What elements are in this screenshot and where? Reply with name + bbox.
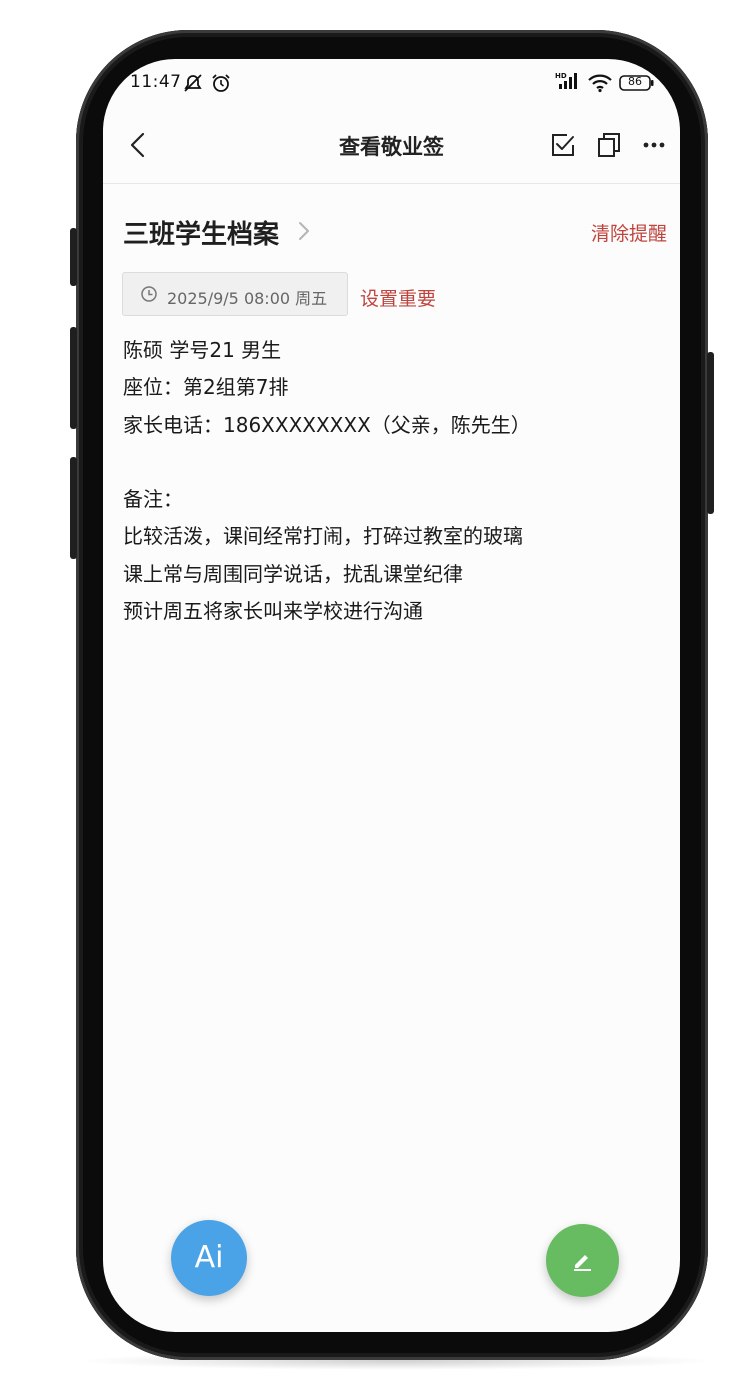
status-time: 11:47 (130, 72, 182, 92)
note-body[interactable]: 陈硕 学号21 男生 座位：第2组第7排 家长电话：186XXXXXXXX（父亲… (123, 332, 663, 630)
more-icon (643, 142, 665, 148)
note-line: 家长电话：186XXXXXXXX（父亲，陈先生） (123, 412, 531, 437)
note-line: 陈硕 学号21 男生 (123, 338, 282, 362)
edit-button[interactable] (546, 1224, 619, 1297)
status-bar: 11:47 HD 86 (103, 59, 680, 111)
note-line: 课上常与周围同学说话，扰乱课堂纪律 (123, 561, 463, 586)
reminder-time-chip[interactable]: 2025/9/5 08:00 周五 (122, 272, 348, 316)
side-button (70, 457, 77, 559)
note-line: 备注： (123, 487, 183, 512)
ai-button[interactable]: Ai (171, 1220, 247, 1296)
battery-level: 86 (628, 75, 642, 88)
battery-icon: 86 (619, 74, 655, 96)
clear-reminder-button[interactable]: 清除提醒 (591, 219, 667, 246)
wifi-icon (587, 73, 613, 97)
hd-signal-icon: HD (555, 71, 581, 95)
side-button (70, 228, 77, 286)
copy-button[interactable] (589, 125, 629, 165)
edit-icon (570, 1248, 595, 1277)
checkbox-icon (552, 134, 574, 156)
chevron-right-icon[interactable] (297, 219, 311, 247)
reminder-time: 2025/9/5 08:00 周五 (167, 289, 328, 308)
svg-text:HD: HD (555, 72, 567, 80)
copy-icon (598, 133, 620, 157)
note-line: 座位：第2组第7排 (123, 375, 289, 400)
more-button[interactable] (634, 125, 674, 165)
title-bar: 查看敬业签 (103, 111, 680, 184)
note-line: 预计周五将家长叫来学校进行沟通 (123, 599, 423, 624)
clock-icon (140, 285, 158, 307)
ai-button-label: Ai (194, 1240, 224, 1275)
note-line (123, 444, 663, 481)
mute-icon (182, 73, 204, 97)
alarm-icon (210, 73, 232, 97)
checklist-button[interactable] (543, 125, 583, 165)
side-button (70, 327, 77, 429)
note-title[interactable]: 三班学生档案 (123, 214, 279, 251)
note-line: 比较活泼，课间经常打闹，打碎过教室的玻璃 (123, 524, 523, 549)
side-button (707, 352, 714, 514)
set-important-button[interactable]: 设置重要 (360, 284, 436, 311)
screen: 11:47 HD 86 查看敬业签 三班学生档案 清除提醒 2025/9/5 0… (103, 59, 680, 1332)
